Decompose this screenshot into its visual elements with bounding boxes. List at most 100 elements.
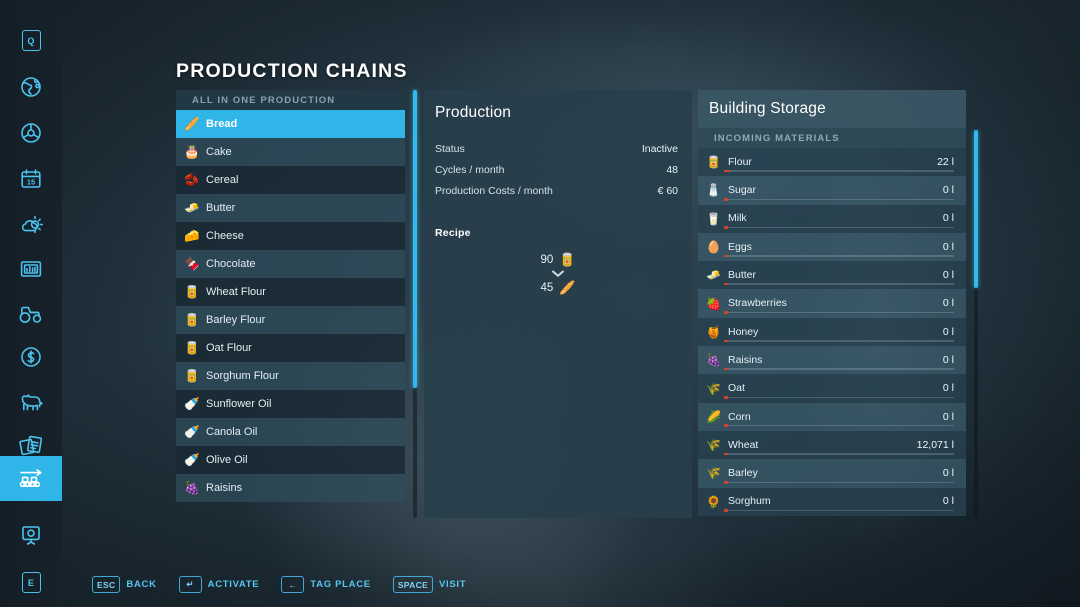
storage-row[interactable]: 🥚Eggs0 l [698, 233, 966, 261]
help-bar: ESCBACK ↵ACTIVATE ←TAG PLACE SPACEVISIT [92, 576, 466, 593]
storage-fill-track [724, 510, 954, 512]
production-list-item[interactable]: 🍼Sunflower Oil [176, 390, 405, 418]
production-list-item[interactable]: 🥫Sorghum Flour [176, 362, 405, 390]
help-action-back[interactable]: ESCBACK [92, 576, 157, 593]
storage-fill-track [724, 368, 954, 370]
storage-row[interactable]: 🌻Sorghum0 l [698, 488, 966, 516]
production-list-item[interactable]: 🥫Oat Flour [176, 334, 405, 362]
production-list[interactable]: ALL IN ONE PRODUCTION 🥖Bread🎂Cake🫘Cereal… [176, 90, 405, 518]
storage-item-quantity: 0 l [943, 412, 954, 423]
storage-fill-bar [724, 453, 728, 456]
production-list-item-label: Bread [206, 119, 237, 130]
barley-icon: 🌾 [706, 467, 721, 479]
storage-fill-bar [724, 198, 728, 201]
barley-flour-icon: 🥫 [184, 314, 199, 327]
production-list-item[interactable]: 🍼Olive Oil [176, 446, 405, 474]
tractor-icon [18, 301, 44, 325]
sidebar-item-weather-icon[interactable] [0, 202, 62, 247]
production-list-item-label: Chocolate [206, 259, 256, 270]
storage-fill-track [724, 453, 954, 455]
storage-row[interactable]: 🍯Honey0 l [698, 318, 966, 346]
storage-row[interactable]: 🧂Sugar0 l [698, 176, 966, 204]
key-e: E [22, 572, 41, 593]
production-list-item[interactable]: 🥫Wheat Flour [176, 278, 405, 306]
production-list-item[interactable]: 🥖Bread [176, 110, 405, 138]
production-stat-label: Status [435, 143, 465, 155]
recipe-diagram: 90 🥫 45 🥖 [424, 253, 692, 294]
building-storage-panel: Building Storage INCOMING MATERIALS 🥫Flo… [698, 90, 966, 518]
sidebar-item-globe-icon[interactable] [0, 64, 62, 109]
production-list-item[interactable]: 🎂Cake [176, 138, 405, 166]
storage-item-quantity: 0 l [943, 468, 954, 479]
help-action-visit[interactable]: SPACEVISIT [393, 576, 466, 593]
production-list-item[interactable]: 🧈Butter [176, 194, 405, 222]
sidebar-item-steering-wheel-icon[interactable] [0, 110, 62, 155]
storage-row[interactable]: 🌾 Barley 0 l [698, 459, 966, 487]
help-key-activate: ↵ [179, 576, 202, 593]
eggs-icon: 🥚 [706, 241, 721, 253]
production-list-item[interactable]: 🥫 Barley Flour [176, 306, 405, 334]
storage-fill-bar [724, 283, 728, 286]
storage-item-label: Butter [728, 270, 936, 281]
help-action-tag-place[interactable]: ←TAG PLACE [281, 576, 370, 593]
sidebar-item-calendar-icon[interactable]: 15 [0, 156, 62, 201]
wheat-icon: 🌾 [706, 439, 721, 451]
sidebar-item-animals-icon[interactable] [0, 378, 62, 423]
storage-item-quantity: 0 l [943, 185, 954, 196]
sidebar-item-key-q[interactable]: Q [0, 18, 62, 63]
production-list-item[interactable]: 🍼Canola Oil [176, 418, 405, 446]
production-list-group-header: ALL IN ONE PRODUCTION [176, 90, 405, 110]
page-title: PRODUCTION CHAINS [176, 60, 408, 83]
key-q: Q [22, 30, 41, 51]
storage-row[interactable]: 🌽Corn0 l [698, 403, 966, 431]
raisins-icon: 🍇 [184, 482, 199, 495]
storage-item-quantity: 0 l [943, 496, 954, 507]
production-list-item[interactable]: 🧀Cheese [176, 222, 405, 250]
production-list-item[interactable]: 🍇Raisins [176, 474, 405, 502]
storage-row[interactable]: 🥛Milk0 l [698, 205, 966, 233]
raisins-icon: 🍇 [706, 354, 721, 366]
svg-text:15: 15 [27, 177, 35, 186]
butter-icon: 🧈 [706, 269, 721, 281]
storage-item-label: Eggs [728, 242, 936, 253]
production-stat-value: € 60 [658, 185, 678, 197]
building-storage-scrollbar[interactable] [974, 128, 978, 518]
chevron-down-icon [551, 269, 565, 278]
recipe-heading: Recipe [424, 201, 692, 239]
storage-item-label: Sorghum [728, 496, 936, 507]
production-list-scrollbar[interactable] [413, 90, 417, 518]
storage-row[interactable]: 🌾Oat0 l [698, 374, 966, 402]
production-list-item[interactable]: 🍫 Chocolate [176, 250, 405, 278]
storage-item-label: Milk [728, 213, 936, 224]
sorghum-flour-icon: 🥫 [184, 370, 199, 383]
storage-row[interactable]: 🌾Wheat12,071 l [698, 431, 966, 459]
storage-row[interactable]: 🥫Flour22 l [698, 148, 966, 176]
production-list-scroll-thumb[interactable] [413, 90, 417, 388]
finances-icon [19, 345, 43, 369]
recipe-input: 90 🥫 [541, 253, 576, 266]
sidebar-item-presentation-icon[interactable] [0, 512, 62, 557]
milk-icon: 🥛 [706, 213, 721, 225]
storage-fill-bar [724, 368, 728, 371]
production-list-item[interactable]: 🫘Cereal [176, 166, 405, 194]
storage-row[interactable]: 🧈Butter0 l [698, 261, 966, 289]
storage-row[interactable]: 🍓Strawberries0 l [698, 289, 966, 317]
cereal-icon: 🫘 [184, 174, 199, 187]
chocolate-icon: 🍫 [184, 258, 199, 271]
oat-icon: 🌾 [706, 383, 721, 395]
help-action-activate[interactable]: ↵ACTIVATE [179, 576, 260, 593]
sidebar-item-statistics-icon[interactable] [0, 246, 62, 291]
storage-row[interactable]: 🍇Raisins0 l [698, 346, 966, 374]
oat-flour-icon: 🥫 [184, 342, 199, 355]
production-list-item-label: Sunflower Oil [206, 399, 271, 410]
sidebar-item-finances-icon[interactable] [0, 334, 62, 379]
storage-item-quantity: 0 l [943, 383, 954, 394]
production-list-item-label: Barley Flour [206, 315, 265, 326]
sugar-icon: 🧂 [706, 184, 721, 196]
storage-fill-track [724, 425, 954, 427]
sidebar-item-key-e[interactable]: E [0, 560, 62, 605]
sidebar-item-production-chains-icon[interactable] [0, 456, 62, 501]
sidebar-item-tractor-icon[interactable] [0, 290, 62, 335]
building-storage-scroll-thumb[interactable] [974, 130, 978, 288]
storage-item-label: Barley [728, 468, 936, 479]
